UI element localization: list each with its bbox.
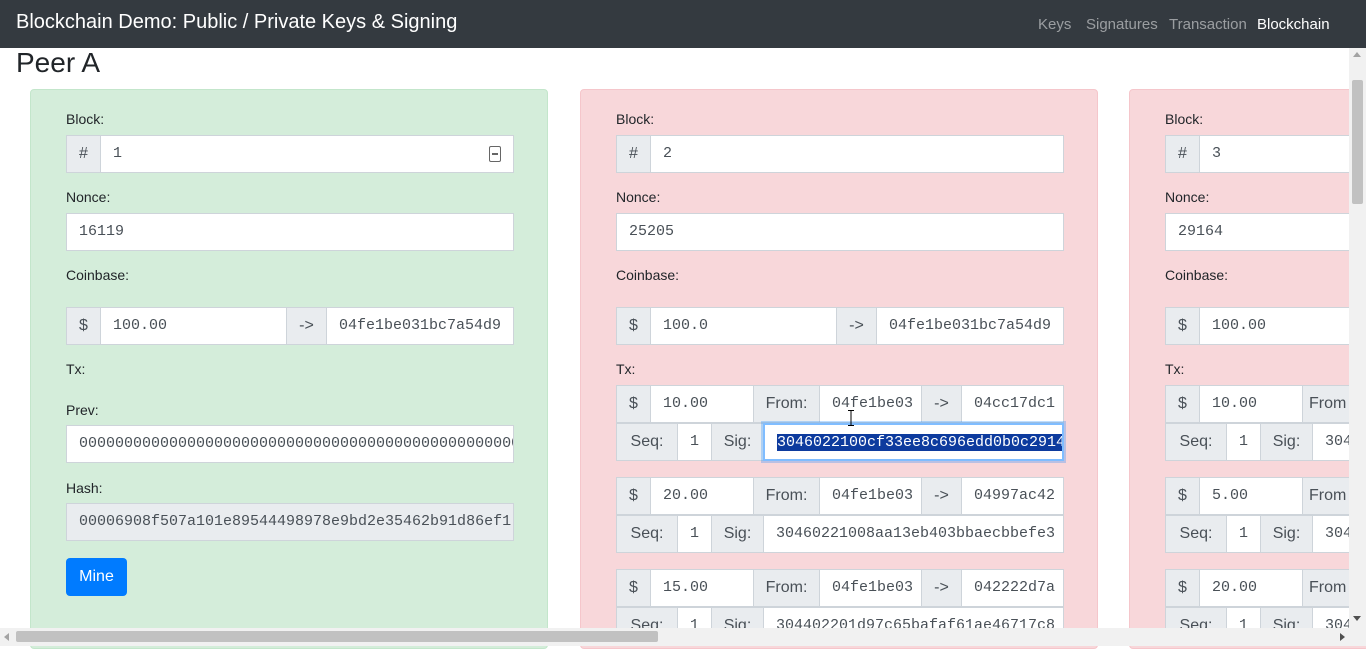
nav-link-blockchain[interactable]: Blockchain [1257,16,1330,33]
block-number-input[interactable]: 1 [100,135,514,173]
prev-input[interactable]: 0000000000000000000000000000000000000000… [66,425,514,463]
dollar-addon: $ [1165,307,1200,345]
tx-sig-addon: Sig: [1260,423,1313,461]
coinbase-to-input[interactable]: 04fe1be031bc7a54d9 [326,307,514,345]
number-spinner-icon[interactable] [489,146,501,162]
tx-label: Tx: [66,361,86,377]
nav-link-signatures[interactable]: Signatures [1086,16,1158,33]
prev-label: Prev: [66,402,99,418]
tx-dollar-addon: $ [1165,385,1200,423]
tx-to-input[interactable]: 04cc17dc1 [961,385,1064,423]
tx-amount-input[interactable]: 20.00 [650,477,754,515]
tx-to-input[interactable]: 04997ac42 [961,477,1064,515]
tx-arrow-addon: -> [921,477,962,515]
tx-from-addon: From: [753,385,820,423]
hash-symbol-addon: # [616,135,651,173]
horizontal-scrollbar[interactable] [0,628,1366,646]
tx-seq-addon: Seq: [616,515,678,553]
tx-amount-input[interactable]: 10.00 [650,385,754,423]
nonce-label: Nonce: [616,189,661,205]
block-card-2: Block: # 2 Nonce: 25205 Coinbase: $ 100.… [580,89,1098,649]
block-label: Block: [1165,111,1204,127]
vertical-scrollbar[interactable] [1349,48,1366,628]
tx-sig-addon: Sig: [711,515,764,553]
tx-label: Tx: [616,361,636,377]
tx-arrow-addon: -> [921,569,962,607]
tx-from-input[interactable]: 04fe1be03 [819,569,922,607]
tx-amount-input[interactable]: 10.00 [1199,385,1303,423]
tx-dollar-addon: $ [616,569,651,607]
coinbase-label: Coinbase: [66,267,130,283]
dollar-addon: $ [66,307,101,345]
tx-dollar-addon: $ [616,477,651,515]
coinbase-amount-input[interactable]: 100.00 [100,307,287,345]
tx-seq-addon: Seq: [616,423,678,461]
nav-link-transaction[interactable]: Transaction [1169,16,1247,33]
tx-seq-addon: Seq: [1165,515,1227,553]
arrow-addon: -> [286,307,327,345]
tx-to-input[interactable]: 042222d7a [961,569,1064,607]
navbar-brand[interactable]: Blockchain Demo: Public / Private Keys &… [16,11,457,34]
tx-amount-input[interactable]: 20.00 [1199,569,1303,607]
tx-dollar-addon: $ [616,385,651,423]
block-number-value: 1 [113,145,123,162]
hash-symbol-addon: # [66,135,101,173]
tx-sig-input-selected[interactable]: 3046022100cf33ee8c696edd0b0c2914 [763,423,1064,461]
tx-sig-addon: Sig: [711,423,764,461]
coinbase-amount-input[interactable]: 100.00 [1199,307,1366,345]
hash-label: Hash: [66,480,103,496]
tx-seq-input[interactable]: 1 [677,515,712,553]
tx-sig-addon: Sig: [1260,515,1313,553]
horizontal-scroll-thumb[interactable] [16,631,658,642]
block-label: Block: [616,111,655,127]
arrow-addon: -> [836,307,877,345]
tx-from-addon: From: [753,477,820,515]
coinbase-to-input[interactable]: 04fe1be031bc7a54d9 [876,307,1064,345]
nonce-input[interactable]: 29164 [1165,213,1366,251]
hash-output: 00006908f507a101e89544498978e9bd2e35462b… [66,503,514,541]
scroll-right-arrow-icon[interactable] [1340,633,1345,641]
dollar-addon: $ [616,307,651,345]
tx-from-addon: From: [753,569,820,607]
coinbase-label: Coinbase: [616,267,680,283]
tx-sig-selected-text: 3046022100cf33ee8c696edd0b0c2914 [777,434,1064,451]
navbar: Blockchain Demo: Public / Private Keys &… [0,0,1366,48]
hash-symbol-addon: # [1165,135,1200,173]
tx-sig-input[interactable]: 30460221008aa13eb403bbaecbbefe3 [763,515,1064,553]
nonce-label: Nonce: [1165,189,1210,205]
block-card-3: Block: # 3 Nonce: 29164 Coinbase: $ 100.… [1129,89,1366,649]
nonce-input[interactable]: 25205 [616,213,1064,251]
tx-arrow-addon: -> [921,385,962,423]
text-cursor-icon [848,410,854,426]
block-number-input[interactable]: 3 [1199,135,1366,173]
scroll-up-arrow-icon[interactable] [1353,52,1361,57]
tx-seq-input[interactable]: 1 [1226,423,1261,461]
coinbase-amount-input[interactable]: 100.0 [650,307,837,345]
block-number-input[interactable]: 2 [650,135,1064,173]
nav-link-keys[interactable]: Keys [1038,16,1071,33]
block-card-1: Block: # 1 Nonce: 16119 Coinbase: $ 100.… [30,89,548,649]
tx-seq-input[interactable]: 1 [677,423,712,461]
tx-from-input[interactable]: 04fe1be03 [819,477,922,515]
tx-amount-input[interactable]: 15.00 [650,569,754,607]
nonce-label: Nonce: [66,189,111,205]
tx-amount-input[interactable]: 5.00 [1199,477,1303,515]
peer-title: Peer A [16,47,101,78]
mine-button[interactable]: Mine [66,558,127,596]
nonce-input[interactable]: 16119 [66,213,514,251]
scroll-left-arrow-icon[interactable] [4,633,9,641]
tx-from-input[interactable]: 04fe1be03 [819,385,922,423]
block-label: Block: [66,111,105,127]
scroll-down-arrow-icon[interactable] [1353,616,1361,621]
vertical-scroll-thumb[interactable] [1352,80,1363,204]
tx-label: Tx: [1165,361,1185,377]
tx-dollar-addon: $ [1165,477,1200,515]
tx-dollar-addon: $ [1165,569,1200,607]
tx-seq-addon: Seq: [1165,423,1227,461]
tx-seq-input[interactable]: 1 [1226,515,1261,553]
coinbase-label: Coinbase: [1165,267,1229,283]
